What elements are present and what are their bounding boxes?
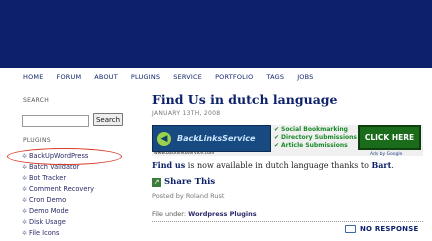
bart-link[interactable]: Bart <box>371 160 391 170</box>
banner-url: www.backlinksservice.com <box>154 151 215 156</box>
search-input[interactable] <box>22 115 89 127</box>
bullet-text: Social Bookmarking <box>281 126 348 133</box>
divider <box>152 221 423 222</box>
gear-icon: ✲ <box>22 230 28 237</box>
post-date: JANUARY 13TH, 2008 <box>152 110 221 117</box>
gear-icon: ✲ <box>22 186 28 193</box>
ad-banner[interactable]: ◀ BackLinksService www.backlinksservice.… <box>152 125 423 157</box>
arrow-icon: ◀ <box>157 131 171 146</box>
nav-tags[interactable]: TAGS <box>266 73 284 81</box>
plugin-label: Bot Tracker <box>29 174 67 182</box>
category-link[interactable]: Wordpress Plugins <box>188 210 257 218</box>
gear-icon: ✲ <box>22 197 28 204</box>
search-heading: SEARCH <box>23 97 50 104</box>
banner-bullets: ✔ Social Bookmarking ✔ Directory Submissio… <box>274 126 359 150</box>
body-suffix: . <box>391 161 394 170</box>
responses-label: NO RESPONSE <box>360 225 419 233</box>
nav-jobs[interactable]: JOBS <box>297 73 313 81</box>
highlight-circle <box>7 148 122 165</box>
post-category: File under: Wordpress Plugins <box>152 210 257 218</box>
share-icon: ↗ <box>152 177 161 187</box>
responses-link[interactable]: NO RESPONSE <box>345 225 418 233</box>
share-this[interactable]: ↗ Share This <box>152 177 215 187</box>
main-nav: HOME FORUM ABOUT PLUGINS SERVICE PORTFOL… <box>0 68 432 86</box>
check-icon: ✔ <box>274 134 280 141</box>
plugin-link-comment-recovery[interactable]: ✲ Comment Recovery <box>22 185 94 193</box>
plugin-link-bot-tracker[interactable]: ✲ Bot Tracker <box>22 174 66 182</box>
post-body: Find us is now available in dutch langua… <box>152 160 394 170</box>
bullet-text: Directory Submissions <box>281 134 357 141</box>
post-title[interactable]: Find Us in dutch language <box>152 92 338 107</box>
backlinks-logo[interactable]: ◀ BackLinksService <box>152 125 271 152</box>
plugin-link-demo-mode[interactable]: ✲ Demo Mode <box>22 207 69 215</box>
find-us-link[interactable]: Find us <box>152 160 185 170</box>
plugin-label: Cron Demo <box>29 196 67 204</box>
filed-label: File under: <box>152 210 189 218</box>
plugin-label: Demo Mode <box>29 207 69 215</box>
plugin-link-file-icons[interactable]: ✲ File Icons <box>22 229 59 237</box>
check-icon: ✔ <box>274 142 280 149</box>
body-text: is now available in dutch language thank… <box>185 161 372 170</box>
nav-forum[interactable]: FORUM <box>57 73 82 81</box>
logo-text: BackLinksService <box>177 134 256 143</box>
comment-icon <box>345 225 356 233</box>
plugin-link-disk-usage[interactable]: ✲ Disk Usage <box>22 218 66 226</box>
bullet-text: Article Submissions <box>281 142 348 149</box>
click-here-button[interactable]: CLICK HERE <box>358 125 421 150</box>
site-header <box>0 0 432 68</box>
search-button[interactable]: Search <box>93 113 123 126</box>
plugin-label: File Icons <box>29 229 60 237</box>
plugin-label: Disk Usage <box>29 218 66 226</box>
gear-icon: ✲ <box>22 219 28 226</box>
plugins-heading: PLUGINS <box>23 137 51 144</box>
gear-icon: ✲ <box>22 164 28 171</box>
nav-portfolio[interactable]: PORTFOLIO <box>215 73 253 81</box>
check-icon: ✔ <box>274 126 280 133</box>
gear-icon: ✲ <box>22 175 28 182</box>
nav-about[interactable]: ABOUT <box>94 73 118 81</box>
plugin-link-cron-demo[interactable]: ✲ Cron Demo <box>22 196 66 204</box>
gear-icon: ✲ <box>22 208 28 215</box>
post-author: Posted by Roland Rust <box>152 192 225 200</box>
nav-service[interactable]: SERVICE <box>173 73 202 81</box>
share-label: Share This <box>164 177 216 187</box>
nav-plugins[interactable]: PLUGINS <box>131 73 160 81</box>
plugin-label: Comment Recovery <box>29 185 95 193</box>
nav-home[interactable]: HOME <box>23 73 44 81</box>
ads-by-google[interactable]: Ads by Google <box>370 152 402 157</box>
